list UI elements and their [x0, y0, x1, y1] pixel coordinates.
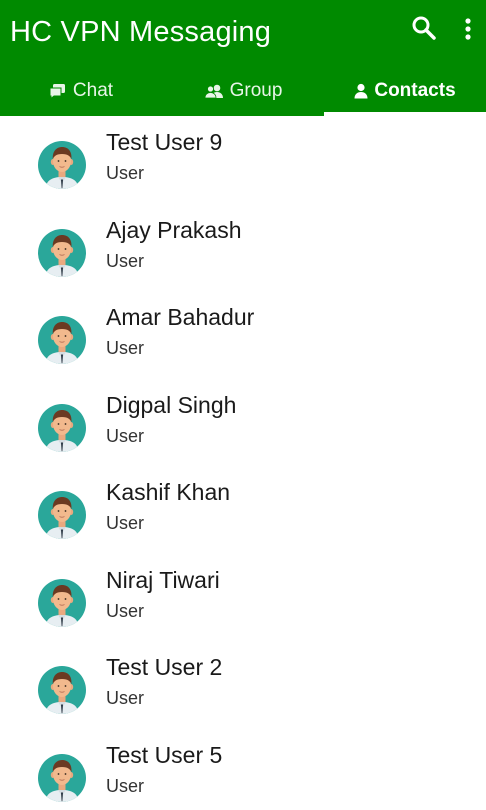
contact-row[interactable]: Test User 5 User: [0, 729, 486, 810]
contact-row[interactable]: Amar Bahadur User: [0, 291, 486, 379]
person-icon: [354, 83, 368, 99]
contact-row[interactable]: Kashif Khan User: [0, 466, 486, 554]
avatar: [38, 666, 86, 714]
avatar: [38, 753, 86, 802]
contact-name: Digpal Singh: [106, 391, 237, 418]
contact-list: Test User 9 User Ajay Prakash User Amar …: [0, 116, 486, 810]
contact-role: User: [106, 338, 145, 358]
app-title: HC VPN Messaging: [10, 16, 272, 48]
tab-bar: Chat Group Contacts: [0, 68, 486, 116]
avatar: [38, 228, 86, 277]
app-bar: HC VPN Messaging Chat Group Contacts: [0, 0, 486, 116]
contact-role: User: [106, 600, 145, 621]
tab-contacts[interactable]: Contacts: [324, 68, 486, 116]
contact-row[interactable]: Niraj Tiwari User: [0, 554, 486, 642]
contact-role: User: [106, 775, 145, 796]
tab-group-label: Group: [229, 80, 283, 101]
contact-role: User: [106, 513, 145, 533]
tab-contacts-label: Contacts: [374, 80, 456, 101]
contact-role: User: [106, 250, 145, 271]
contact-name: Test User 2: [106, 654, 223, 680]
contact-name: Amar Bahadur: [106, 304, 255, 330]
contact-name: Niraj Tiwari: [106, 566, 220, 593]
avatar: [38, 141, 86, 189]
tab-group[interactable]: Group: [162, 68, 324, 114]
search-icon: [412, 16, 436, 40]
group-icon: [204, 84, 223, 99]
contact-name: Test User 9: [106, 129, 223, 155]
avatar: [38, 578, 86, 627]
avatar: [38, 491, 86, 539]
contact-row[interactable]: Digpal Singh User: [0, 379, 486, 467]
more-vert-icon: [465, 18, 471, 40]
contact-row[interactable]: Ajay Prakash User: [0, 204, 486, 292]
contact-name: Test User 5: [106, 741, 223, 768]
contact-role: User: [106, 688, 145, 708]
tab-chat[interactable]: Chat: [0, 68, 162, 114]
contact-role: User: [106, 163, 145, 183]
avatar: [38, 316, 86, 364]
contact-row[interactable]: Test User 9 User: [0, 116, 486, 204]
avatar: [38, 403, 86, 452]
contact-name: Ajay Prakash: [106, 216, 242, 243]
contact-role: User: [106, 425, 145, 446]
tab-chat-label: Chat: [72, 80, 114, 101]
contact-row[interactable]: Test User 2 User: [0, 641, 486, 729]
contact-name: Kashif Khan: [106, 479, 231, 505]
more-options-button[interactable]: [459, 14, 477, 44]
search-button[interactable]: [410, 14, 438, 44]
chat-icon: [49, 84, 65, 99]
